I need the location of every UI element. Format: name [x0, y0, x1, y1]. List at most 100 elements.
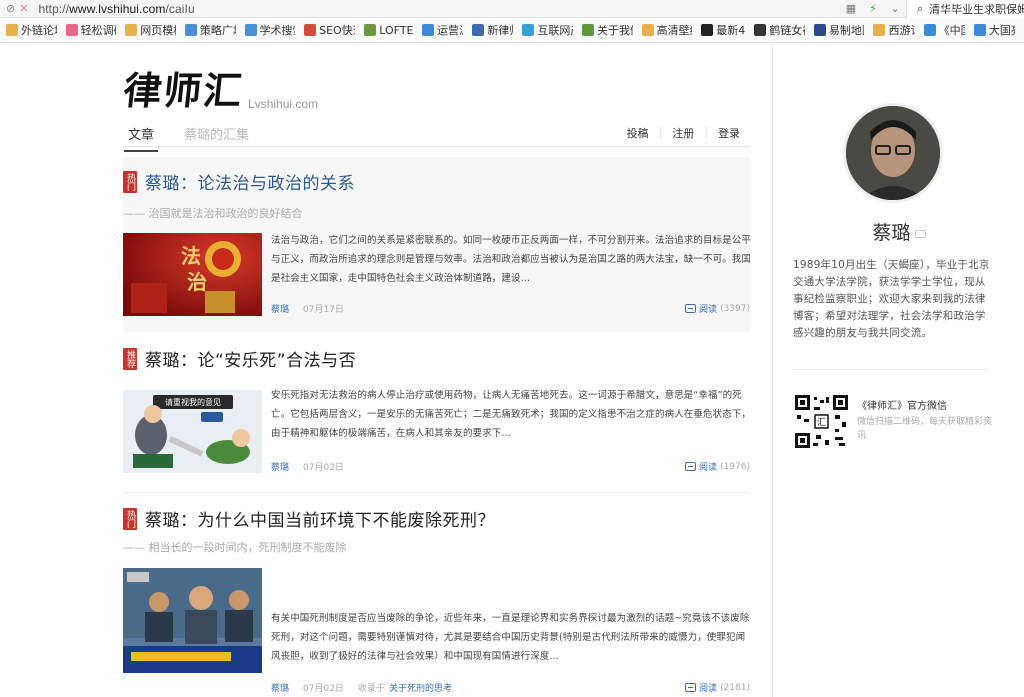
article-title[interactable]: 蔡璐：为什么中国当前环境下不能废除死刑？ [145, 506, 495, 531]
register-link[interactable]: 注册 [662, 121, 704, 145]
category-prefix: 收录于 [357, 684, 385, 694]
bookmark-label: 大国亮 [988, 24, 1015, 37]
article-title[interactable]: 蔡璐：论“安乐死”合法与否 [145, 346, 356, 371]
bookmark-label: 学术搜索 [259, 24, 296, 37]
content-tabs: 文章 蔡璐的汇集 投稿 | 注册 | 登录 [124, 121, 750, 152]
bookmark-icon [754, 24, 767, 36]
bookmark-item[interactable]: 大国亮 [973, 22, 1015, 38]
article-excerpt: 安乐死指对无法救治的病人停止治疗或使用药物，让病人无痛苦地死去。这一词源于希腊文… [271, 390, 752, 439]
bookmark-item[interactable]: 西游记 [873, 22, 915, 38]
category-link[interactable]: 关于死刑的思考 [389, 681, 452, 694]
url-field[interactable]: http://www.lvshihui.com/caiIu [38, 2, 194, 16]
qr-code-icon: 汇 [795, 395, 848, 448]
article-subtitle: —— 相当长的一段时间内，死刑制度不能废除 [123, 541, 347, 554]
bookmark-label: 关于我们 [597, 24, 633, 37]
bookmark-icon [582, 24, 595, 36]
hot-badge: 热门 [123, 507, 137, 530]
bookmark-item[interactable]: 关于我们 [582, 22, 633, 38]
bookmark-item[interactable]: 外链论坛 [6, 22, 57, 38]
bookmark-icon [125, 24, 138, 36]
article-card: 热门 蔡璐：为什么中国当前环境下不能废除死刑？ —— 相当长的一段时间内，死刑制… [123, 493, 750, 697]
bookmark-label: 新律师 [487, 24, 513, 37]
browser-search-input[interactable]: ⌕ 清华毕业生求职保姆 [906, 0, 1024, 18]
bookmark-icon [813, 24, 826, 36]
comment-icon [685, 462, 697, 471]
article-card: 推荐 蔡璐：论“安乐死”合法与否 请重视我的意见 安乐死指对无法救治的病人停止治… [123, 332, 752, 492]
bookmark-item[interactable]: 运营派 [422, 22, 463, 38]
bookmark-label: SEO快速 [319, 24, 355, 37]
hot-badge: 热门 [123, 170, 137, 193]
bookmark-item[interactable]: 高清壁纸 [641, 22, 693, 38]
read-number: (3397) [720, 303, 750, 314]
tab-collection[interactable]: 蔡璐的汇集 [180, 121, 253, 150]
search-text: 清华毕业生求职保姆 [929, 2, 1024, 16]
bookmark-label: 《中国 [938, 24, 965, 37]
author-link[interactable]: 蔡璐 [271, 681, 289, 694]
submit-link[interactable]: 投稿 [617, 121, 659, 145]
grid-icon[interactable]: ▦ [840, 2, 862, 15]
logo-text: 律师汇 [121, 68, 247, 113]
security-icon[interactable]: ✕ [19, 2, 28, 15]
svg-text:法: 法 [181, 244, 201, 268]
svg-text:治: 治 [187, 270, 207, 294]
login-link[interactable]: 登录 [708, 121, 750, 145]
bookmark-item[interactable]: 《中国 [923, 22, 965, 38]
bookmark-label: 外链论坛 [21, 24, 57, 37]
bookmarks-bar: 外链论坛 轻松调研 网页模板 策略广场 学术搜索 SEO快速 LOFTER 运营派 新律师 互联网… [0, 18, 1024, 43]
bookmark-label: 网页模板 [140, 24, 176, 37]
bookmark-icon [364, 24, 377, 36]
article-meta: 蔡璐 07月02日 [271, 460, 344, 473]
article-date: 07月17日 [303, 305, 344, 315]
bookmark-item[interactable]: 学术搜索 [244, 22, 296, 38]
bookmark-icon [304, 24, 317, 36]
bookmark-item[interactable]: 新律师 [472, 22, 513, 38]
author-name-text: 蔡璐 [872, 222, 911, 244]
bookmark-label: 策略广场 [199, 24, 236, 37]
article-thumbnail[interactable] [123, 568, 262, 673]
bookmark-item[interactable]: 最新4K [701, 22, 745, 38]
read-count[interactable]: 阅读 (1976) [685, 460, 750, 473]
read-count[interactable]: 阅读 (2181) [685, 681, 750, 694]
bookmark-icon [244, 24, 257, 36]
chevron-down-icon[interactable]: ⌄ [884, 2, 906, 15]
recommend-badge: 推荐 [123, 347, 137, 370]
author-name: 蔡璐 [773, 218, 1024, 245]
comment-icon [685, 304, 697, 313]
read-count[interactable]: 阅读 (3397) [685, 302, 750, 315]
author-bio: 1989年10月出生（天蝎座），毕业于北京交通大学法学院，获法学学士学位，现从事… [793, 259, 990, 339]
bookmark-label: LOFTER [379, 23, 414, 37]
bookmark-label: 互联网产 [537, 24, 573, 37]
site-logo[interactable]: 律师汇 Lvshihui.com [121, 60, 318, 115]
url-path: /caiIu [165, 1, 195, 16]
bookmark-item[interactable]: LOFTER [364, 24, 413, 37]
article-thumbnail[interactable]: 法 治 [123, 233, 262, 316]
bookmark-item[interactable]: 易制地图 [813, 22, 864, 38]
bookmark-item[interactable]: 网页模板 [125, 22, 176, 38]
bookmark-item[interactable]: SEO快速 [304, 22, 355, 38]
browser-address-bar: ⊘ ✕ http://www.lvshihui.com/caiIu ▦ ⚡ ⌄ … [0, 0, 1024, 18]
article-excerpt: 法治与政治，它们之间的关系是紧密联系的。如同一枚硬币正反两面一样，不可分割开来。… [271, 235, 752, 284]
bolt-icon[interactable]: ⚡ [862, 2, 884, 15]
article-date: 07月02日 [303, 684, 344, 694]
bookmark-item[interactable]: 鹤链女神 [754, 22, 805, 38]
bookmark-label: 高清壁纸 [656, 24, 693, 37]
article-thumbnail[interactable]: 请重视我的意见 [123, 390, 262, 473]
bookmark-icon [873, 24, 886, 36]
svg-text:汇: 汇 [817, 417, 826, 428]
article-title[interactable]: 蔡璐：论法治与政治的关系 [145, 169, 355, 194]
article-subtitle: —— 治国就是法治和政治的良好结合 [123, 207, 303, 220]
bookmark-icon [472, 24, 485, 36]
mail-icon[interactable] [914, 229, 926, 238]
bookmark-item[interactable]: 策略广场 [184, 22, 236, 38]
author-link[interactable]: 蔡璐 [271, 460, 289, 473]
bookmark-label: 轻松调研 [80, 24, 117, 37]
author-link[interactable]: 蔡璐 [271, 302, 289, 315]
bookmark-label: 西游记 [888, 24, 914, 37]
bookmark-item[interactable]: 互联网产 [522, 22, 573, 38]
refresh-icon[interactable]: ⊘ [6, 2, 15, 15]
bookmark-item[interactable]: 轻松调研 [65, 22, 117, 38]
url-domain: www.lvshihui.com [69, 1, 166, 16]
avatar[interactable] [843, 103, 943, 203]
tab-articles[interactable]: 文章 [124, 121, 159, 152]
bookmark-icon [422, 24, 435, 36]
